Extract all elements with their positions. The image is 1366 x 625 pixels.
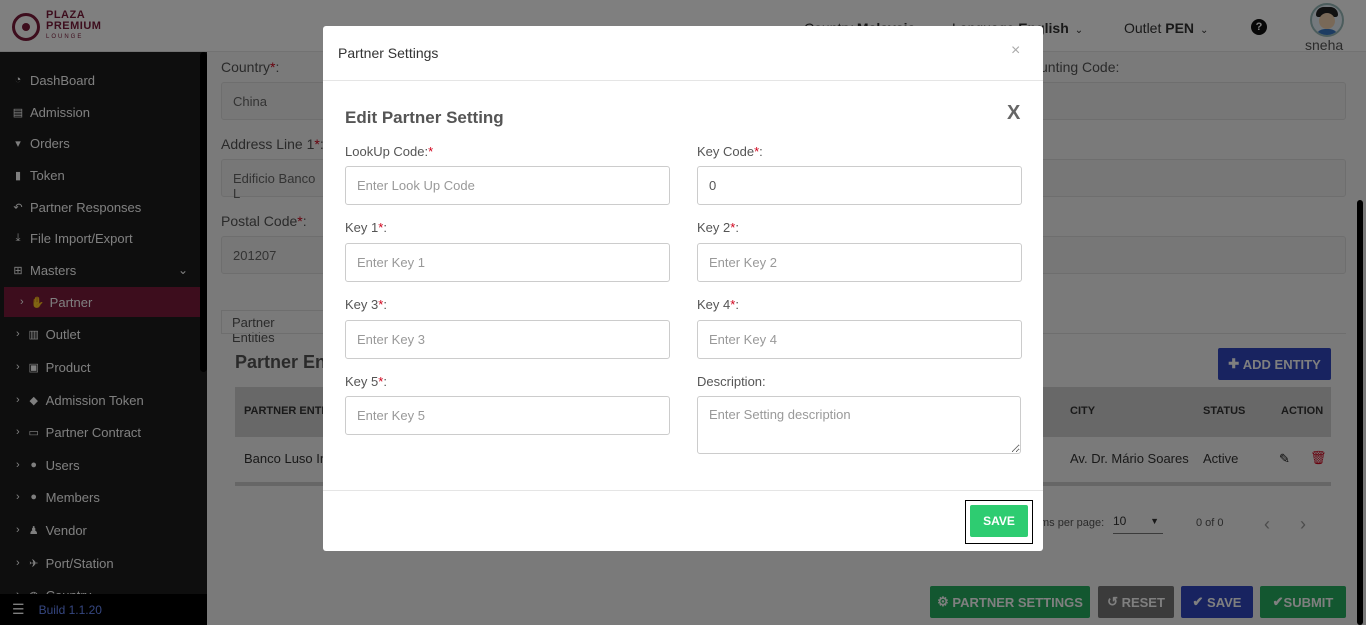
save-button-focus-ring: SAVE (965, 500, 1033, 544)
key-4-label: Key 4*: (697, 297, 739, 312)
description-textarea[interactable] (697, 396, 1021, 454)
description-label: Description: (697, 374, 766, 389)
key-2-label: Key 2*: (697, 220, 739, 235)
key-5-label: Key 5*: (345, 374, 387, 389)
modal-title: Partner Settings (338, 45, 439, 61)
close-x-button[interactable]: X (1007, 102, 1020, 125)
key-1-input[interactable] (345, 243, 670, 282)
key-3-label: Key 3*: (345, 297, 387, 312)
key-2-input[interactable] (697, 243, 1022, 282)
close-icon[interactable]: × (1011, 42, 1020, 60)
modal-subtitle: Edit Partner Setting (345, 108, 504, 127)
lookup-code-input[interactable] (345, 166, 670, 205)
partner-settings-modal: Partner Settings × Edit Partner Setting … (323, 26, 1043, 551)
key-code-input[interactable] (697, 166, 1022, 205)
key-5-input[interactable] (345, 396, 670, 435)
lookup-code-label: LookUp Code:* (345, 144, 434, 159)
key-code-label: Key Code*: (697, 144, 763, 159)
modal-header: Partner Settings × (323, 26, 1043, 81)
modal-save-button[interactable]: SAVE (970, 505, 1028, 537)
key-4-input[interactable] (697, 320, 1022, 359)
key-3-input[interactable] (345, 320, 670, 359)
modal-footer-divider (323, 490, 1043, 491)
key-1-label: Key 1*: (345, 220, 387, 235)
